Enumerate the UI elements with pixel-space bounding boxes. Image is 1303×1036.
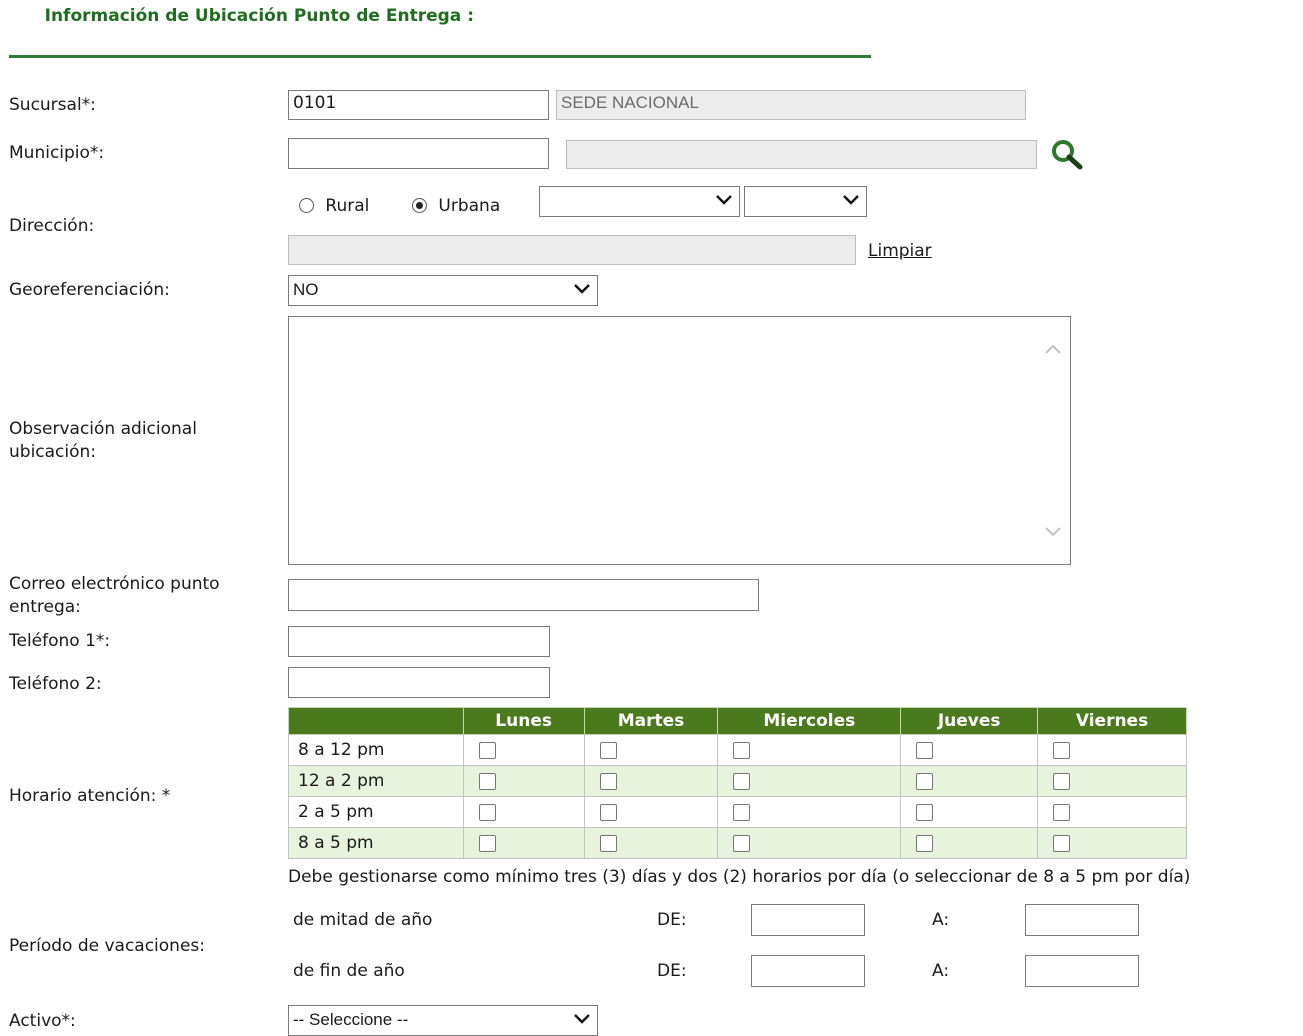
schedule-checkbox[interactable] (1053, 803, 1071, 821)
schedule-checkbox[interactable] (599, 834, 617, 852)
municipio-code-input[interactable] (288, 138, 549, 169)
telefono1-label: Teléfono 1*: (9, 631, 111, 651)
section-title: Información de Ubicación Punto de Entreg… (44, 6, 474, 26)
telefono2-label: Teléfono 2: (9, 674, 102, 694)
day-header-lunes: Lunes (462, 707, 585, 735)
search-icon[interactable] (1050, 138, 1084, 170)
horario-label: Horario atención: * (9, 786, 171, 806)
vacaciones-fin-a-input[interactable] (1025, 955, 1139, 987)
day-header-martes: Martes (583, 707, 719, 735)
table-row: 12 a 2 pm (288, 765, 1187, 797)
schedule-checkbox[interactable] (733, 803, 751, 821)
vacaciones-mitad-a-label: A: (932, 910, 950, 930)
schedule-checkbox[interactable] (733, 834, 751, 852)
schedule-checkbox[interactable] (599, 803, 617, 821)
urbana-option[interactable]: Urbana (412, 196, 500, 216)
horario-header-row: Lunes Martes Miercoles Jueves Viernes (288, 707, 1187, 735)
vacaciones-fin-de-label: DE: (657, 961, 687, 981)
vacaciones-mitad-de-label: DE: (657, 910, 687, 930)
municipio-name-field (566, 140, 1037, 169)
schedule-checkbox[interactable] (478, 803, 496, 821)
vacaciones-label: Período de vacaciones: (9, 936, 205, 956)
georef-label: Georeferenciación: (9, 280, 170, 300)
day-header-jueves: Jueves (900, 707, 1039, 735)
schedule-checkbox[interactable] (1053, 741, 1071, 759)
schedule-checkbox[interactable] (916, 834, 934, 852)
horario-table: Lunes Martes Miercoles Jueves Viernes 8 … (288, 707, 1187, 859)
activo-label: Activo*: (9, 1011, 76, 1031)
schedule-checkbox[interactable] (1053, 772, 1071, 790)
slot-label: 12 a 2 pm (288, 765, 464, 797)
vacaciones-mitad-de-input[interactable] (751, 904, 865, 936)
sucursal-code-input[interactable]: 0101 (288, 90, 549, 120)
slot-label: 8 a 5 pm (288, 827, 464, 859)
municipio-label: Municipio*: (9, 143, 105, 163)
rural-radio[interactable] (299, 198, 314, 213)
title-divider (9, 55, 871, 58)
vacaciones-fin-a-label: A: (932, 961, 950, 981)
schedule-checkbox[interactable] (1053, 834, 1071, 852)
slot-label: 2 a 5 pm (288, 796, 464, 828)
table-row: 8 a 5 pm (288, 827, 1187, 859)
correo-label-line1: Correo electrónico punto (9, 574, 220, 594)
schedule-checkbox[interactable] (478, 834, 496, 852)
chevron-down-icon (574, 284, 590, 294)
schedule-checkbox[interactable] (916, 772, 934, 790)
observacion-textarea[interactable] (288, 316, 1071, 565)
schedule-checkbox[interactable] (599, 741, 617, 759)
direccion-type-select[interactable] (539, 186, 740, 217)
slot-label: 8 a 12 pm (288, 734, 464, 766)
telefono2-input[interactable] (288, 667, 550, 698)
schedule-checkbox[interactable] (916, 803, 934, 821)
direccion-subtype-select[interactable] (744, 186, 867, 217)
horario-corner-cell (288, 707, 464, 735)
direccion-address-field (288, 235, 856, 265)
observacion-label-line1: Observación adicional (9, 419, 197, 439)
chevron-down-icon (843, 195, 859, 205)
direccion-label: Dirección: (9, 216, 95, 236)
schedule-checkbox[interactable] (733, 772, 751, 790)
correo-label-line2: entrega: (9, 597, 81, 617)
schedule-checkbox[interactable] (916, 741, 934, 759)
vacaciones-mitad-label: de mitad de año (293, 910, 433, 930)
urbana-radio[interactable] (412, 198, 427, 213)
activo-select[interactable]: -- Seleccione -- (288, 1005, 598, 1036)
schedule-checkbox[interactable] (733, 741, 751, 759)
telefono1-input[interactable] (288, 626, 550, 657)
correo-label: Correo electrónico punto entrega: (9, 573, 220, 619)
schedule-checkbox[interactable] (599, 772, 617, 790)
vacaciones-fin-label: de fin de año (293, 961, 405, 981)
chevron-down-icon (716, 195, 732, 205)
sucursal-name-field: SEDE NACIONAL (556, 90, 1026, 120)
day-header-miercoles: Miercoles (717, 707, 902, 735)
table-row: 8 a 12 pm (288, 734, 1187, 766)
vacaciones-fin-de-input[interactable] (751, 955, 865, 987)
limpiar-link[interactable]: Limpiar (868, 241, 932, 261)
correo-input[interactable] (288, 579, 759, 611)
scroll-down-icon[interactable] (1044, 526, 1062, 538)
urbana-label: Urbana (438, 196, 501, 216)
table-row: 2 a 5 pm (288, 796, 1187, 828)
sucursal-label: Sucursal*: (9, 95, 96, 115)
chevron-down-icon (574, 1014, 590, 1024)
activo-value: -- Seleccione -- (293, 1010, 409, 1029)
georef-select[interactable]: NO (288, 275, 598, 306)
schedule-checkbox[interactable] (478, 772, 496, 790)
rural-label: Rural (325, 196, 370, 216)
schedule-checkbox[interactable] (478, 741, 496, 759)
vacaciones-mitad-a-input[interactable] (1025, 904, 1139, 936)
observacion-label: Observación adicional ubicación: (9, 418, 197, 464)
rural-option[interactable]: Rural (299, 196, 369, 216)
horario-note: Debe gestionarse como mínimo tres (3) dí… (288, 867, 1191, 887)
day-header-viernes: Viernes (1037, 707, 1187, 735)
observacion-label-line2: ubicación: (9, 442, 97, 462)
scroll-up-icon[interactable] (1044, 343, 1062, 355)
georef-value: NO (293, 280, 319, 299)
